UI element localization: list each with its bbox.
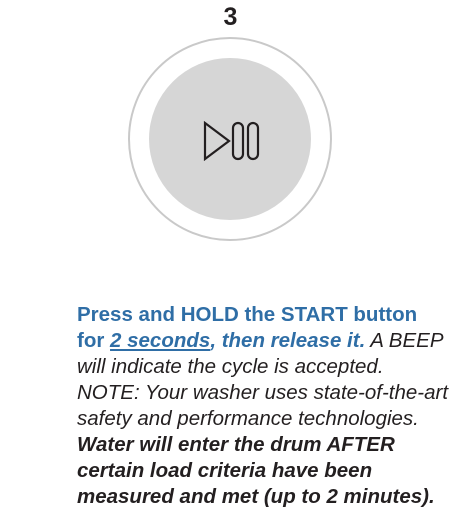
instruction-release: , then release it.: [210, 329, 366, 352]
note-line-1: NOTE: Your washer uses state-of-the-art: [77, 381, 449, 404]
note-line-5: measured and met (up to 2 minutes).: [77, 485, 435, 508]
note-line-4: certain load criteria have been: [77, 459, 373, 482]
note-line-2: safety and performance technologies.: [77, 407, 419, 430]
start-pause-button[interactable]: [128, 37, 332, 241]
instruction-for: for: [77, 329, 111, 352]
instruction-line-3: will indicate the cycle is accepted.: [77, 355, 384, 378]
start-pause-button-face[interactable]: [149, 58, 311, 220]
instructions-text: Press and HOLD the START button for 2 se…: [77, 302, 461, 510]
play-pause-icon: [203, 121, 260, 161]
instruction-line-2: for 2 seconds, then release it. A BEEP: [77, 328, 461, 354]
note-line-3: Water will enter the drum AFTER: [77, 433, 395, 456]
instruction-duration: 2 seconds: [110, 329, 211, 352]
step-number: 3: [223, 3, 238, 31]
instruction-beep: A BEEP: [365, 329, 444, 352]
instruction-line-1: Press and HOLD the START button: [77, 303, 418, 326]
